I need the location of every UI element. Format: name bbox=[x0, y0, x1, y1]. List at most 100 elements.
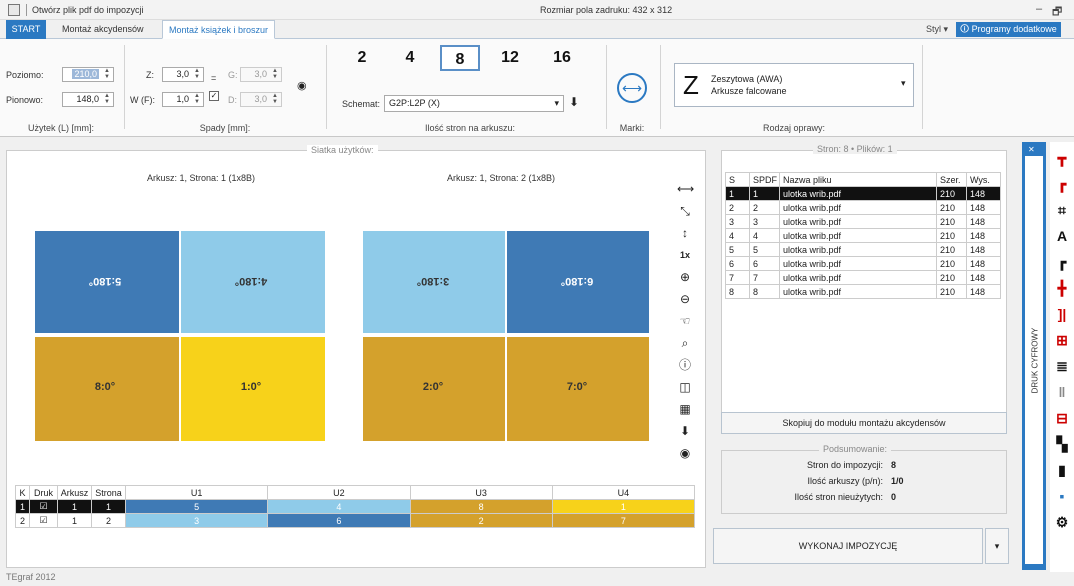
binding-type-dropdown[interactable]: Z Zeszytowa (AWA) Arkusze falcowane ▾ bbox=[674, 63, 914, 107]
tool-icon[interactable]: ╋ bbox=[1052, 278, 1072, 298]
tool-icon[interactable]: ⌗ bbox=[1052, 200, 1072, 220]
execute-imposition-button[interactable]: WYKONAJ IMPOZYCJĘ bbox=[713, 528, 983, 564]
page-4[interactable]: 4:180° bbox=[179, 229, 327, 335]
collapse-icon[interactable]: ✕ bbox=[1028, 145, 1035, 154]
page-5[interactable]: 5:180° bbox=[33, 229, 181, 335]
cell-u4[interactable]: 7 bbox=[551, 513, 696, 528]
page-1[interactable]: 1:0° bbox=[179, 335, 327, 443]
pages-option-2[interactable]: 2 bbox=[342, 45, 382, 71]
tool-icon[interactable]: ▚ bbox=[1052, 434, 1072, 454]
pages-option-4[interactable]: 4 bbox=[390, 45, 430, 71]
file-row[interactable]: 6 6 ulotka wrib.pdf 210 148 bbox=[725, 256, 1001, 271]
tab-montaz-akcydensow[interactable]: Montaż akcydensów bbox=[56, 20, 150, 39]
tool-icon[interactable]: ▮ bbox=[1052, 460, 1072, 480]
app-icon[interactable] bbox=[8, 4, 20, 16]
pages-option-16[interactable]: 16 bbox=[542, 45, 582, 71]
zoom-out-icon[interactable]: ⊖ bbox=[677, 291, 693, 307]
cell-u3[interactable]: 2 bbox=[409, 513, 553, 528]
copy-to-akcydensy-button[interactable]: Skopiuj do modułu montażu akcydensów bbox=[721, 412, 1007, 434]
pionowo-input[interactable]: 148,0 ▲ ▼ bbox=[62, 92, 114, 107]
file-row[interactable]: 2 2 ulotka wrib.pdf 210 148 bbox=[725, 200, 1001, 215]
zoom-1x-button[interactable]: 1x bbox=[677, 247, 693, 263]
minimize-button[interactable]: – bbox=[1036, 3, 1042, 15]
tool-icon[interactable]: ⊞ bbox=[1052, 330, 1072, 350]
marki-group-label: Marki: bbox=[619, 123, 645, 133]
tab-montaz-ksiazek[interactable]: Montaż książek i broszur bbox=[162, 20, 276, 39]
summary-value: 8 bbox=[891, 460, 897, 470]
tool-icon[interactable]: ‖ bbox=[1052, 382, 1072, 402]
marks-arrows-icon[interactable]: ⟷ bbox=[617, 73, 647, 103]
file-row[interactable]: 3 3 ulotka wrib.pdf 210 148 bbox=[725, 214, 1001, 229]
tool-icon[interactable]: ≣ bbox=[1052, 356, 1072, 376]
files-header-row: S SPDF Nazwa pliku Szer. Wys. bbox=[725, 172, 1001, 187]
cell: ulotka wrib.pdf bbox=[779, 284, 937, 299]
open-pdf-link[interactable]: Otwórz plik pdf do impozycji bbox=[32, 5, 144, 15]
tab-start[interactable]: START bbox=[6, 20, 46, 39]
cell-u1[interactable]: 5 bbox=[124, 499, 269, 514]
cell-u4[interactable]: 1 bbox=[551, 499, 696, 514]
schemat-dropdown[interactable]: G2P:L2P (X) ▾ bbox=[384, 95, 564, 112]
ribbon-divider bbox=[124, 45, 125, 129]
poziomo-input[interactable]: 210,0 ▲ ▼ bbox=[62, 67, 114, 82]
wf-input[interactable]: 1,0 ▲ ▼ bbox=[162, 92, 204, 107]
hand-icon[interactable]: ☜ bbox=[677, 313, 693, 329]
tool-icon[interactable]: ]| bbox=[1052, 304, 1072, 324]
tool-icon[interactable]: ┳ bbox=[1052, 148, 1072, 168]
additional-programs-button[interactable]: 🛈 Programy dodatkowe bbox=[956, 22, 1061, 37]
fit-width-icon[interactable]: ⟷ bbox=[677, 181, 694, 197]
file-row[interactable]: 7 7 ulotka wrib.pdf 210 148 bbox=[725, 270, 1001, 285]
file-row[interactable]: 4 4 ulotka wrib.pdf 210 148 bbox=[725, 228, 1001, 243]
zoom-in-icon[interactable]: ⊕ bbox=[677, 269, 693, 285]
file-row[interactable]: 8 8 ulotka wrib.pdf 210 148 bbox=[725, 284, 1001, 299]
magnifier-icon[interactable]: ⌕ bbox=[677, 335, 693, 351]
tool-icon[interactable]: ┏ bbox=[1052, 174, 1072, 194]
style-dropdown[interactable]: Styl ▾ bbox=[920, 20, 954, 39]
gear-icon[interactable]: ⚙ bbox=[1052, 512, 1072, 532]
cell: 148 bbox=[966, 270, 1001, 285]
table-row[interactable]: 1 ☑ 1 1 5 4 8 1 bbox=[15, 499, 696, 514]
wf-label: W (F): bbox=[130, 95, 155, 105]
columns-icon[interactable]: ◫ bbox=[677, 379, 693, 395]
pages-option-8[interactable]: 8 bbox=[440, 45, 480, 71]
execute-options-dropdown[interactable]: ▾ bbox=[985, 528, 1009, 564]
link-spady-checkbox[interactable]: ✓ bbox=[209, 91, 219, 101]
shrink-icon[interactable]: ⤡ bbox=[677, 203, 693, 219]
g-input[interactable]: 3,0 ▲ ▼ bbox=[240, 67, 282, 82]
tool-icon[interactable]: ┏ bbox=[1052, 252, 1072, 272]
sheet1[interactable]: 5:180° 4:180° 8:0° 1:0° bbox=[33, 229, 327, 443]
druk-checkbox[interactable]: ☑ bbox=[29, 513, 58, 528]
page-8[interactable]: 8:0° bbox=[33, 335, 181, 443]
cell-u1[interactable]: 3 bbox=[124, 513, 269, 528]
table-row[interactable]: 2 ☑ 1 2 3 6 2 7 bbox=[15, 513, 696, 528]
tool-icon[interactable]: ▪ bbox=[1052, 486, 1072, 506]
text-tool-icon[interactable]: A bbox=[1052, 226, 1072, 246]
page-6[interactable]: 6:180° bbox=[505, 229, 651, 335]
sheet2[interactable]: 3:180° 6:180° 2:0° 7:0° bbox=[361, 229, 651, 443]
cell: 5 bbox=[749, 242, 780, 257]
download-icon[interactable]: ⬇ bbox=[569, 95, 579, 109]
info-icon[interactable]: ⓘ bbox=[677, 357, 693, 373]
page-3[interactable]: 3:180° bbox=[361, 229, 507, 335]
page-7[interactable]: 7:0° bbox=[505, 335, 651, 443]
d-input[interactable]: 3,0 ▲ ▼ bbox=[240, 92, 282, 107]
druk-cyfrowy-panel[interactable]: ✕ DRUK CYFROWY bbox=[1022, 142, 1046, 570]
page-2[interactable]: 2:0° bbox=[361, 335, 507, 443]
tool-icon[interactable]: ⊟ bbox=[1052, 408, 1072, 428]
cell-u3[interactable]: 8 bbox=[409, 499, 553, 514]
binding-type-name: Zeszytowa (AWA) bbox=[711, 74, 783, 84]
hide-eye-icon[interactable]: ◉ bbox=[297, 79, 311, 92]
cell-u2[interactable]: 6 bbox=[267, 513, 411, 528]
download-icon[interactable]: ⬇ bbox=[677, 423, 693, 439]
pages-option-12[interactable]: 12 bbox=[490, 45, 530, 71]
file-row[interactable]: 1 1 ulotka wrib.pdf 210 148 bbox=[725, 186, 1001, 201]
calendar-icon[interactable]: ▦ bbox=[677, 401, 693, 417]
z-input[interactable]: 3,0 ▲ ▼ bbox=[162, 67, 204, 82]
eye-icon[interactable]: ◉ bbox=[677, 445, 693, 461]
file-row[interactable]: 5 5 ulotka wrib.pdf 210 148 bbox=[725, 242, 1001, 257]
fit-height-icon[interactable]: ↕ bbox=[677, 225, 693, 241]
cell: 1 bbox=[725, 186, 750, 201]
druk-checkbox[interactable]: ☑ bbox=[29, 499, 58, 514]
cell-u2[interactable]: 4 bbox=[267, 499, 411, 514]
cell: 148 bbox=[966, 284, 1001, 299]
summary-label: Stron do impozycji: bbox=[806, 460, 883, 470]
